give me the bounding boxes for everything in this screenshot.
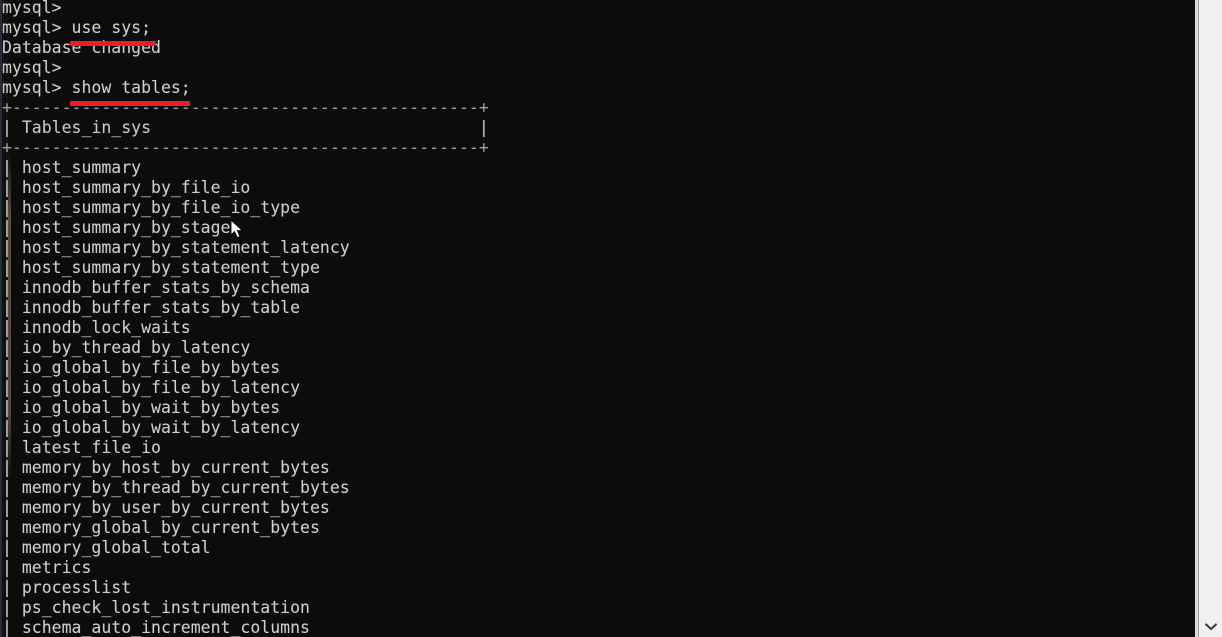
terminal-line: | io_global_by_file_by_bytes xyxy=(2,358,281,377)
annotation-underline-show-tables xyxy=(70,101,190,106)
terminal-line: | io_global_by_wait_by_latency xyxy=(2,418,301,437)
terminal-line: | processlist xyxy=(2,578,132,597)
table-column-header-row: | Tables_in_sys | xyxy=(2,118,489,137)
terminal-line: | host_summary_by_statement_type xyxy=(2,258,320,277)
annotation-underline-use-sys xyxy=(70,41,156,46)
terminal-line: | latest_file_io xyxy=(2,438,161,457)
terminal-line: | memory_by_thread_by_current_bytes xyxy=(2,478,350,497)
terminal-line: | memory_global_total xyxy=(2,538,211,557)
terminal-line: | innodb_buffer_stats_by_schema xyxy=(2,278,310,297)
scrollbar-track[interactable] xyxy=(1199,0,1222,620)
terminal-line: | host_summary xyxy=(2,158,142,177)
vertical-scrollbar[interactable] xyxy=(1198,0,1222,637)
terminal-line: | memory_by_host_by_current_bytes xyxy=(2,458,330,477)
terminal-line: | io_by_thread_by_latency xyxy=(2,338,251,357)
table-border-row: +---------------------------------------… xyxy=(2,138,489,157)
terminal-line: | innodb_lock_waits xyxy=(2,318,191,337)
terminal-line: | memory_by_user_by_current_bytes xyxy=(2,498,330,517)
terminal-line: | host_summary_by_file_io_type xyxy=(2,198,301,217)
terminal-line: | metrics xyxy=(2,558,92,577)
terminal-line: mysql> xyxy=(2,58,62,77)
terminal-line: mysql> xyxy=(2,0,62,17)
terminal-line: | host_summary_by_stage xyxy=(2,218,231,237)
terminal-line: | innodb_buffer_stats_by_table xyxy=(2,298,301,317)
terminal-line: | host_summary_by_file_io xyxy=(2,178,251,197)
terminal-line: | memory_global_by_current_bytes xyxy=(2,518,320,537)
scrollbar-down-button[interactable] xyxy=(1199,617,1222,637)
terminal-line: | host_summary_by_statement_latency xyxy=(2,238,350,257)
terminal-line: | io_global_by_wait_by_bytes xyxy=(2,398,281,417)
chevron-down-icon xyxy=(1204,623,1217,631)
terminal-line: mysql> show tables; xyxy=(2,78,191,97)
terminal-line: mysql> use sys; xyxy=(2,18,152,37)
mouse-pointer-icon xyxy=(230,218,245,240)
terminal-window: mysql> mysql> use sys; Database changed mys… xyxy=(0,0,1222,637)
terminal-line: | io_global_by_file_by_latency xyxy=(2,378,301,397)
terminal-line: | schema_auto_increment_columns xyxy=(2,618,310,637)
terminal-output-area[interactable]: mysql> mysql> use sys; Database changed mys… xyxy=(0,0,1198,637)
terminal-line: | ps_check_lost_instrumentation xyxy=(2,598,310,617)
